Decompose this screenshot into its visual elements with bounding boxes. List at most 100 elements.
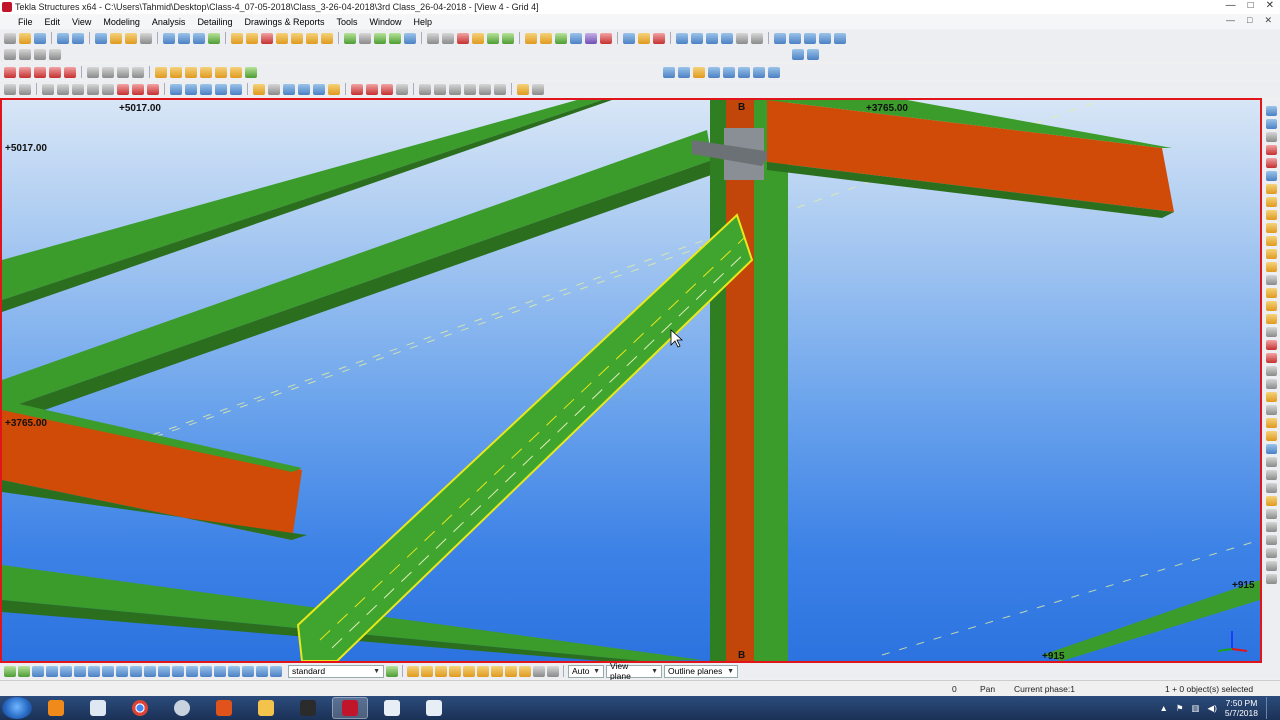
side-tool-30-icon[interactable] — [1265, 483, 1277, 493]
clock[interactable]: 7:50 PM 5/7/2018 — [1225, 698, 1258, 718]
side-tool-15-icon[interactable] — [1265, 288, 1277, 298]
snap-switch-5-icon[interactable] — [215, 66, 227, 78]
snap-2-icon[interactable] — [421, 665, 433, 677]
select-component-icon[interactable] — [117, 66, 129, 78]
tool-13-icon[interactable] — [230, 83, 242, 95]
select-parts-icon[interactable] — [638, 32, 650, 44]
select-mode-14-icon[interactable] — [186, 665, 198, 677]
tool-5-icon[interactable] — [102, 83, 114, 95]
side-tool-21-icon[interactable] — [1265, 366, 1277, 376]
select-welds-icon[interactable] — [653, 32, 665, 44]
menu-view[interactable]: View — [66, 17, 97, 27]
select-switch-1-icon[interactable] — [4, 66, 16, 78]
fly-icon[interactable] — [721, 32, 733, 44]
analysis-8-icon[interactable] — [768, 66, 780, 78]
snap-end-icon[interactable] — [792, 48, 804, 60]
side-tool-3-icon[interactable] — [1265, 132, 1277, 142]
start-button[interactable] — [2, 697, 32, 719]
explode-icon[interactable] — [834, 32, 846, 44]
tool-4-icon[interactable] — [87, 83, 99, 95]
select-mode-17-icon[interactable] — [228, 665, 240, 677]
side-tool-5-icon[interactable] — [1265, 158, 1277, 168]
steel-beam-icon[interactable] — [246, 32, 258, 44]
tool-19-icon[interactable] — [328, 83, 340, 95]
grid-view-icon[interactable] — [178, 32, 190, 44]
side-tool-37-icon[interactable] — [1265, 574, 1277, 584]
select-assembly-icon[interactable] — [87, 66, 99, 78]
snap-1-icon[interactable] — [407, 665, 419, 677]
plate-icon[interactable] — [291, 32, 303, 44]
undo-icon[interactable] — [57, 32, 69, 44]
side-tool-9-icon[interactable] — [1265, 210, 1277, 220]
copy-icon[interactable] — [125, 32, 137, 44]
side-tool-33-icon[interactable] — [1265, 522, 1277, 532]
side-tool-17-icon[interactable] — [1265, 314, 1277, 324]
minimize-button[interactable]: — — [1226, 0, 1236, 11]
tool-2-icon[interactable] — [57, 83, 69, 95]
tekla-app-icon[interactable] — [2, 2, 12, 12]
column-flange-right[interactable] — [754, 100, 788, 661]
join-icon[interactable] — [374, 32, 386, 44]
analysis-4-icon[interactable] — [708, 66, 720, 78]
menu-analysis[interactable]: Analysis — [146, 17, 192, 27]
select-mode-6-icon[interactable] — [74, 665, 86, 677]
side-tool-22-icon[interactable] — [1265, 379, 1277, 389]
tool-3-icon[interactable] — [72, 83, 84, 95]
view-list-icon[interactable] — [691, 32, 703, 44]
reports-icon[interactable] — [502, 32, 514, 44]
measure-icon[interactable] — [427, 32, 439, 44]
snap-grid-icon[interactable] — [4, 48, 16, 60]
close-button[interactable]: ✕ — [1266, 0, 1274, 11]
open-folder-icon[interactable] — [110, 32, 122, 44]
select-mode-1-icon[interactable] — [4, 665, 16, 677]
clash-check-icon[interactable] — [457, 32, 469, 44]
tool-20-icon[interactable] — [351, 83, 363, 95]
side-tool-6-icon[interactable] — [1265, 171, 1277, 181]
menu-edit[interactable]: Edit — [39, 17, 67, 27]
select-object-icon[interactable] — [102, 66, 114, 78]
fit-area-icon[interactable] — [208, 32, 220, 44]
create-part-icon[interactable] — [231, 32, 243, 44]
component-catalog-icon[interactable] — [585, 32, 597, 44]
tool-12-icon[interactable] — [215, 83, 227, 95]
tool-27-icon[interactable] — [464, 83, 476, 95]
tool-15-icon[interactable] — [268, 83, 280, 95]
taskbar-chrome[interactable] — [122, 697, 158, 719]
analysis-1-icon[interactable] — [663, 66, 675, 78]
analysis-5-icon[interactable] — [723, 66, 735, 78]
side-tool-31-icon[interactable] — [1265, 496, 1277, 506]
beam-orange-left[interactable] — [2, 410, 302, 540]
side-tool-34-icon[interactable] — [1265, 535, 1277, 545]
side-tool-7-icon[interactable] — [1265, 184, 1277, 194]
dimension-icon[interactable] — [774, 32, 786, 44]
snap-6-icon[interactable] — [477, 665, 489, 677]
tool-1-icon[interactable] — [42, 83, 54, 95]
select-mode-16-icon[interactable] — [214, 665, 226, 677]
print-icon[interactable] — [95, 32, 107, 44]
tool-9-icon[interactable] — [170, 83, 182, 95]
side-tool-11-icon[interactable] — [1265, 236, 1277, 246]
snap-11-icon[interactable] — [547, 665, 559, 677]
filter-settings-icon[interactable] — [386, 665, 398, 677]
side-tool-35-icon[interactable] — [1265, 548, 1277, 558]
menu-modeling[interactable]: Modeling — [97, 17, 146, 27]
tool-16-icon[interactable] — [283, 83, 295, 95]
taskbar-pdf[interactable] — [206, 697, 242, 719]
measure-angle-icon[interactable] — [442, 32, 454, 44]
select-connection-icon[interactable] — [132, 66, 144, 78]
select-mode-11-icon[interactable] — [144, 665, 156, 677]
side-tool-16-icon[interactable] — [1265, 301, 1277, 311]
tool-26-icon[interactable] — [449, 83, 461, 95]
fitting-icon[interactable] — [359, 32, 371, 44]
snap-switch-1-icon[interactable] — [155, 66, 167, 78]
side-tool-4-icon[interactable] — [1265, 145, 1277, 155]
outline-planes-dropdown[interactable]: Outline planes ▼ — [664, 664, 738, 678]
phase-icon[interactable] — [751, 32, 763, 44]
tray-expand-icon[interactable]: ▲ — [1159, 703, 1167, 713]
tool-17-icon[interactable] — [298, 83, 310, 95]
side-tool-28-icon[interactable] — [1265, 457, 1277, 467]
select-mode-5-icon[interactable] — [60, 665, 72, 677]
side-tool-18-icon[interactable] — [1265, 327, 1277, 337]
side-tool-19-icon[interactable] — [1265, 340, 1277, 350]
view-maximize-button[interactable]: □ — [1247, 15, 1252, 26]
